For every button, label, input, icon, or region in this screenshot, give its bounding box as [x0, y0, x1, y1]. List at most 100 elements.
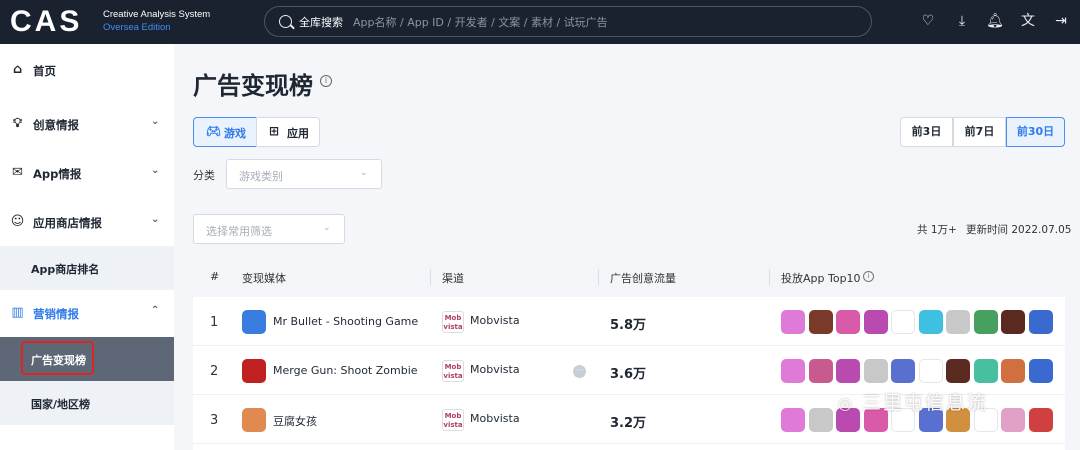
ad-flow-value: 3.2万	[610, 416, 647, 431]
logo-subtitle: Creative Analysis System	[103, 9, 211, 20]
bulb-icon: 💡︎	[12, 116, 23, 131]
table-row[interactable]: 1 Mr Bullet - Shooting Game Mob vista Mo…	[193, 298, 1065, 346]
channel-logo: Mob vista	[442, 360, 464, 382]
sidebar-item-marketing[interactable]: ▥ 营销情报 ⌃	[0, 291, 174, 335]
sidebar-item-country[interactable]: 国家/地区榜	[0, 381, 174, 425]
chevron-down-icon: ⌄	[151, 214, 160, 225]
common-filter-placeholder: 选择常用筛选	[206, 225, 272, 238]
top10-app-icon[interactable]	[863, 310, 888, 334]
app-name-link[interactable]: Merge Gun: Shoot Zombie	[273, 364, 418, 377]
wechat-icon: ◎	[838, 394, 854, 413]
sidebar-item-label: App商店排名	[31, 263, 100, 276]
top10-app-icon[interactable]	[863, 359, 888, 383]
top10-app-icon[interactable]	[1001, 359, 1025, 383]
top10-app-icon[interactable]	[781, 408, 805, 432]
channel-logo: Mob vista	[442, 409, 464, 431]
top10-app-icon[interactable]	[918, 310, 943, 334]
ad-flow-value: 5.8万	[610, 318, 647, 333]
top10-apps	[781, 310, 1053, 334]
mail-icon: ✉	[12, 165, 23, 180]
top10-app-icon[interactable]	[891, 359, 915, 383]
search-scope-label: 全库搜索	[299, 16, 343, 29]
tab-label: 游戏	[224, 127, 246, 140]
app-name-link[interactable]: Mr Bullet - Shooting Game	[273, 315, 418, 328]
top10-app-icon[interactable]	[781, 310, 805, 334]
logo[interactable]: CAS	[10, 7, 82, 37]
channel-logo: Mob vista	[442, 311, 464, 333]
top10-app-icon[interactable]	[918, 359, 943, 383]
app-name-link[interactable]: 豆腐女孩	[273, 413, 317, 429]
column-divider	[598, 269, 599, 285]
heart-icon[interactable]: ♡	[919, 12, 937, 30]
date-7d-button[interactable]: 前7日	[953, 117, 1006, 147]
more-options-icon[interactable]: ···	[573, 365, 586, 378]
category-select[interactable]: 游戏类别 ⌄	[226, 159, 382, 189]
top10-app-icon[interactable]	[946, 359, 970, 383]
tab-games[interactable]: 🎮︎ 游戏	[193, 117, 257, 147]
date-30d-button[interactable]: 前30日	[1006, 117, 1065, 147]
page-title: 广告变现榜	[193, 72, 313, 100]
translate-icon[interactable]: 文	[1019, 12, 1037, 30]
top10-app-icon[interactable]	[808, 408, 833, 432]
chevron-up-icon: ⌃	[151, 305, 160, 316]
top10-app-icon[interactable]	[973, 359, 998, 383]
sidebar-item-home[interactable]: ⌂ 首页	[0, 48, 174, 92]
info-icon[interactable]: i	[863, 271, 874, 282]
sidebar-item-label: 国家/地区榜	[31, 398, 91, 411]
tab-label: 应用	[287, 127, 309, 140]
sidebar-item-store[interactable]: ☺ 应用商店情报 ⌄	[0, 200, 174, 244]
tab-apps[interactable]: ⊞ 应用	[256, 117, 320, 147]
column-divider	[430, 269, 431, 285]
rank-number: 2	[210, 364, 219, 379]
top10-apps	[781, 359, 1053, 383]
chevron-down-icon: ⌄	[323, 223, 331, 233]
watermark-text: 三里屯信息流	[862, 392, 989, 414]
top10-app-icon[interactable]	[836, 310, 860, 334]
table-header: # 变现媒体 渠道 广告创意流量 投放App Top10 i	[193, 257, 1065, 297]
channel-name: Mobvista	[470, 314, 520, 327]
top10-app-icon[interactable]	[836, 359, 860, 383]
updated-time: 更新时间 2022.07.05	[966, 224, 1072, 236]
sidebar: ⌂ 首页 💡︎ 创意情报 ⌄ ✉ App情报 ⌄ ☺ 应用商店情报 ⌄ App商…	[0, 44, 174, 450]
sidebar-item-label: App情报	[33, 167, 82, 181]
top10-app-icon[interactable]	[1001, 408, 1025, 432]
top10-app-icon[interactable]	[1028, 359, 1053, 383]
top10-app-icon[interactable]	[1028, 408, 1053, 432]
ranking-table: # 变现媒体 渠道 广告创意流量 投放App Top10 i 1 Mr Bull…	[193, 257, 1065, 450]
global-search-input[interactable]: 全库搜索 App名称 / App ID / 开发者 / 文案 / 素材 / 试玩…	[264, 6, 872, 37]
bell-icon[interactable]: 🔔︎	[986, 12, 1004, 30]
top10-app-icon[interactable]	[1001, 310, 1025, 334]
ad-flow-value: 3.6万	[610, 367, 647, 382]
top10-app-icon[interactable]	[808, 310, 833, 334]
top10-app-icon[interactable]	[808, 359, 833, 383]
chevron-down-icon: ⌄	[151, 165, 160, 176]
top10-app-icon[interactable]	[891, 310, 915, 334]
date-3d-button[interactable]: 前3日	[900, 117, 953, 147]
total-count: 共 1万+	[917, 224, 957, 236]
info-icon[interactable]: i	[320, 75, 332, 87]
sidebar-item-label: 首页	[33, 64, 56, 78]
col-media: 变现媒体	[242, 272, 286, 285]
sidebar-item-store-ranking[interactable]: App商店排名	[0, 246, 174, 290]
home-icon: ⌂	[12, 62, 23, 77]
col-flow: 广告创意流量	[610, 272, 676, 285]
column-divider	[769, 269, 770, 285]
sidebar-item-app[interactable]: ✉ App情报 ⌄	[0, 151, 174, 195]
watermark: ◎ 三里屯信息流	[838, 388, 988, 415]
top10-app-icon[interactable]	[973, 310, 998, 334]
col-top10: 投放App Top10	[781, 272, 861, 285]
sidebar-item-label: 应用商店情报	[33, 216, 102, 230]
app-icon	[242, 408, 266, 432]
sidebar-item-creative[interactable]: 💡︎ 创意情报 ⌄	[0, 102, 174, 146]
highlight-box	[21, 341, 94, 375]
download-icon[interactable]: ⤓	[953, 12, 971, 30]
channel-name: Mobvista	[470, 363, 520, 376]
common-filter-select[interactable]: 选择常用筛选 ⌄	[193, 214, 345, 244]
exit-icon[interactable]: ⇥	[1052, 12, 1070, 30]
sidebar-item-label: 创意情报	[33, 118, 79, 132]
app-icon	[242, 359, 266, 383]
smile-icon: ☺	[10, 214, 25, 229]
top10-app-icon[interactable]	[781, 359, 805, 383]
top10-app-icon[interactable]	[946, 310, 970, 334]
top10-app-icon[interactable]	[1028, 310, 1053, 334]
